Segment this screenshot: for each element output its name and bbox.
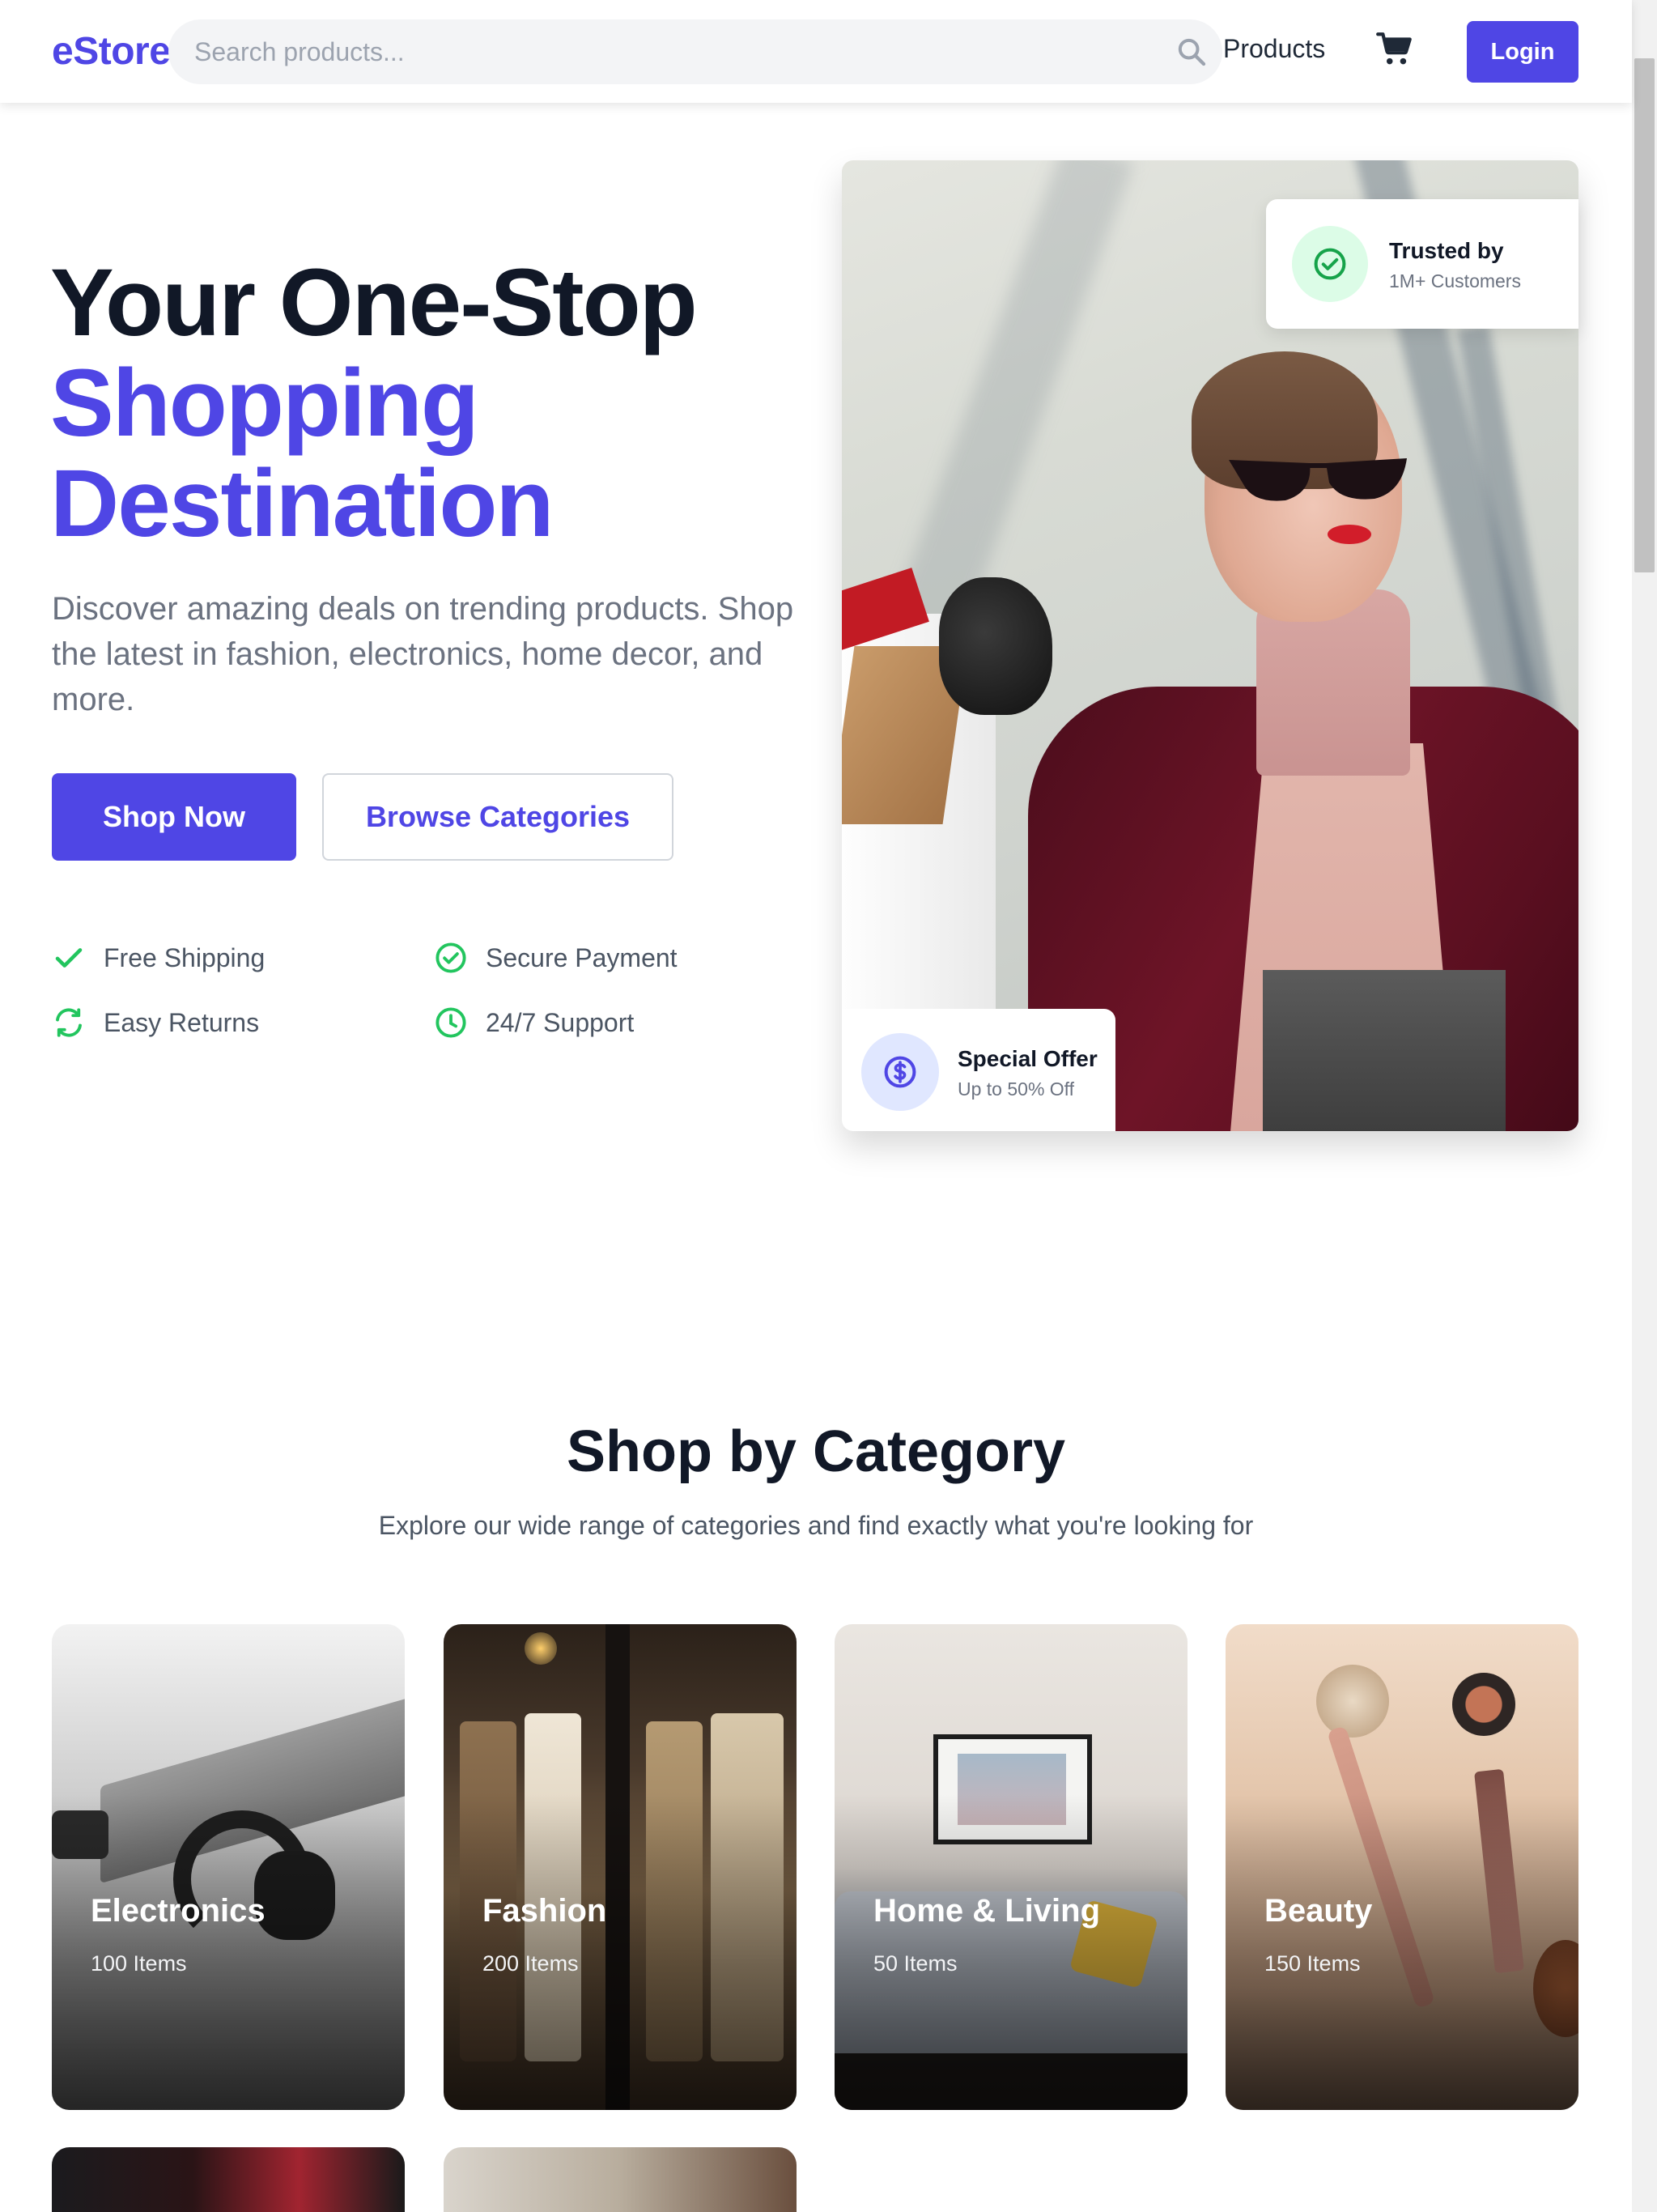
shop-now-button[interactable]: Shop Now [52, 773, 296, 861]
trusted-badge-title: Trusted by [1389, 238, 1504, 263]
feature-support: 24/7 Support [434, 1006, 634, 1040]
hero-title-line2: Shopping [50, 350, 479, 457]
category-count: 100 Items [91, 1951, 187, 1976]
hero-description: Discover amazing deals on trending produ… [52, 591, 794, 717]
category-card-beauty[interactable]: Beauty 150 Items [1226, 1624, 1578, 2110]
scrollbar-thumb[interactable] [1634, 58, 1655, 572]
feature-label: Easy Returns [104, 1007, 260, 1037]
category-count: 50 Items [873, 1951, 958, 1976]
category-card-row2-2[interactable] [444, 2147, 797, 2212]
hero-title: Your One-Stop Shopping Destination [50, 249, 698, 557]
check-circle-icon [435, 942, 466, 973]
feature-easy-returns: Easy Returns [52, 1006, 259, 1040]
feature-label: 24/7 Support [486, 1007, 635, 1037]
category-name: Home & Living [873, 1893, 1101, 1929]
category-card-home-living[interactable]: Home & Living 50 Items [835, 1624, 1188, 2110]
feature-secure-payment: Secure Payment [434, 941, 678, 975]
category-card-electronics[interactable]: Electronics 100 Items [52, 1624, 405, 2110]
feature-label: Secure Payment [486, 942, 678, 972]
search-input[interactable] [194, 19, 1149, 84]
category-count: 200 Items [482, 1951, 579, 1976]
check-icon [55, 948, 83, 968]
category-card-fashion[interactable]: Fashion 200 Items [444, 1624, 797, 2110]
special-offer-subtitle: Up to 50% Off [958, 1078, 1075, 1100]
hero-title-line3: Destination [50, 450, 554, 557]
category-card-row2-1[interactable] [52, 2147, 405, 2212]
trusted-badge: Trusted by 1M+ Customers [1266, 199, 1578, 329]
clock-icon [435, 1007, 466, 1038]
category-name: Beauty [1264, 1893, 1373, 1929]
category-count: 150 Items [1264, 1951, 1361, 1976]
dollar-icon [884, 1056, 916, 1088]
trusted-badge-subtitle: 1M+ Customers [1389, 270, 1521, 291]
special-offer-title: Special Offer [958, 1046, 1098, 1071]
feature-free-shipping: Free Shipping [52, 941, 265, 975]
refresh-icon [56, 1008, 82, 1037]
special-offer-badge: Special Offer Up to 50% Off [842, 1009, 1115, 1131]
store-logo[interactable]: eStore [52, 29, 171, 74]
hero-title-line1: Your One-Stop [50, 249, 698, 356]
category-name: Fashion [482, 1893, 607, 1929]
feature-label: Free Shipping [104, 942, 266, 972]
browse-categories-button[interactable]: Browse Categories [322, 773, 673, 861]
nav-link-products[interactable]: Products [1223, 34, 1325, 64]
categories-subtitle: Explore our wide range of categories and… [378, 1511, 1254, 1540]
check-circle-icon [1314, 248, 1346, 280]
search-bar [168, 19, 1222, 84]
search-icon[interactable] [1175, 36, 1208, 68]
category-name: Electronics [91, 1893, 266, 1929]
cart-icon[interactable] [1374, 29, 1415, 70]
login-button[interactable]: Login [1467, 21, 1578, 83]
categories-title: Shop by Category [566, 1419, 1066, 1484]
top-navbar: eStore Products Login [0, 0, 1632, 103]
